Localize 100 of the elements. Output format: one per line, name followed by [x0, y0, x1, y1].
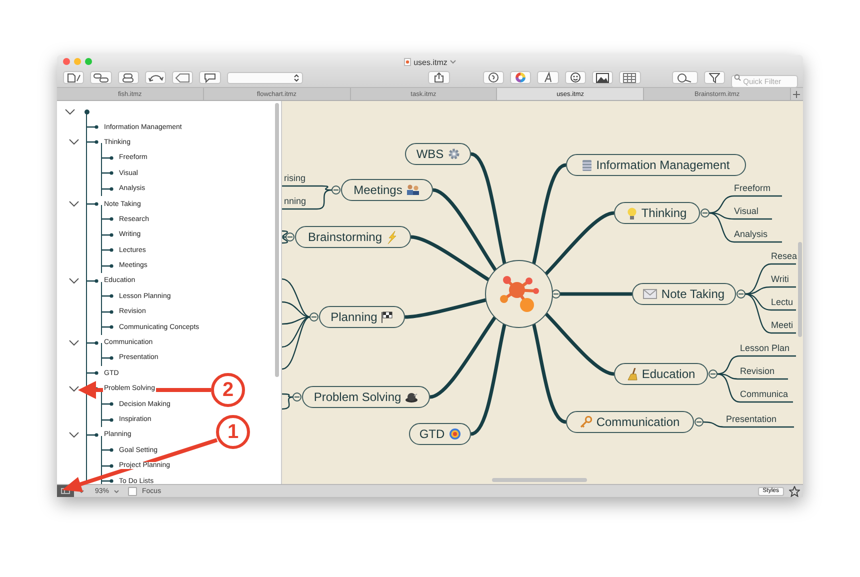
- topic-label: GTD: [419, 427, 445, 441]
- checkered-flag-icon: [381, 311, 394, 323]
- subtopic-label[interactable]: Visual: [734, 206, 758, 216]
- topic-node[interactable]: GTD: [409, 423, 471, 445]
- topic-label: Planning: [330, 310, 378, 324]
- gear-icon: [448, 148, 460, 160]
- lightning-icon: [386, 230, 398, 244]
- subtopic-label[interactable]: Freeform: [734, 183, 771, 193]
- share-button[interactable]: [428, 71, 450, 84]
- topic-label: Meetings: [354, 183, 402, 197]
- topic-label: Education: [642, 367, 696, 381]
- hat-icon: [405, 392, 418, 402]
- outline-toggle[interactable]: [68, 139, 79, 146]
- star-icon[interactable]: [789, 486, 800, 496]
- topic-button[interactable]: [118, 71, 139, 84]
- share-icon: [434, 72, 444, 83]
- topic-node[interactable]: Planning: [319, 306, 405, 328]
- subtopic-label[interactable]: Writi: [771, 274, 789, 284]
- collapse-toggle[interactable]: [292, 392, 302, 402]
- chevron-down-icon: [68, 340, 79, 346]
- subtopic-label[interactable]: Communica: [740, 389, 788, 399]
- outline-toggle[interactable]: [68, 201, 79, 208]
- people-icon: [406, 184, 420, 196]
- database-icon: [582, 158, 592, 172]
- focus-checkbox[interactable]: [128, 486, 138, 496]
- caret-down-icon[interactable]: [114, 490, 120, 492]
- collapse-toggle[interactable]: [700, 208, 710, 218]
- window-title: uses.itmz: [414, 58, 448, 66]
- panel-icon: [61, 488, 70, 494]
- chevron-down-icon: [68, 139, 79, 146]
- color-wheel-icon: [515, 72, 526, 83]
- chevron-down-icon[interactable]: [450, 60, 456, 64]
- up-down-arrows-icon: [294, 74, 299, 82]
- topic-node[interactable]: Note Taking: [632, 283, 736, 305]
- smiley-icon: [570, 72, 581, 83]
- chevron-down-icon: [68, 201, 79, 208]
- subtopic-label[interactable]: nning: [284, 196, 306, 206]
- collapse-toggle[interactable]: [708, 370, 718, 378]
- target-icon: [448, 428, 461, 440]
- envelope-icon: [643, 289, 658, 299]
- font-button[interactable]: [537, 71, 559, 84]
- subtopic-label[interactable]: Resea: [771, 251, 798, 261]
- collapse-toggle[interactable]: [286, 232, 294, 242]
- subtopic-label[interactable]: Analysis: [734, 229, 768, 239]
- italic-letter-icon: [544, 72, 553, 83]
- plus-icon: [793, 90, 800, 98]
- scrollbar-thumb[interactable]: [275, 103, 279, 377]
- topic-node[interactable]: Meetings: [341, 179, 433, 201]
- topic-label: Brainstorming: [308, 230, 382, 244]
- outline-toggle[interactable]: [68, 278, 79, 284]
- topic-node[interactable]: Information Management: [566, 154, 746, 176]
- page-pencil-icon: [66, 72, 81, 82]
- table-button[interactable]: [619, 71, 641, 84]
- topic-node[interactable]: Problem Solving: [302, 386, 430, 408]
- topic-node[interactable]: Communication: [566, 411, 694, 433]
- subtopic-label[interactable]: Revision: [740, 366, 775, 376]
- speech-bubble-icon: [203, 72, 218, 82]
- funnel-icon: [708, 72, 720, 82]
- topic-node[interactable]: Education: [614, 363, 708, 385]
- topic-boxes-icon: [121, 72, 136, 82]
- central-topic[interactable]: [485, 260, 553, 328]
- relationship-button[interactable]: [144, 71, 166, 84]
- outline-toggle[interactable]: [68, 386, 79, 392]
- tag-button[interactable]: [172, 71, 194, 84]
- emoji-button[interactable]: [564, 71, 586, 84]
- subtopic-label[interactable]: Lesson Plan: [740, 343, 790, 353]
- topic-label: Thinking: [641, 206, 687, 220]
- subtopic-button[interactable]: [90, 71, 112, 84]
- subtopic-label[interactable]: Lectu: [771, 297, 794, 307]
- subtopic-label[interactable]: Presentation: [726, 414, 777, 424]
- callout-button[interactable]: [199, 71, 221, 84]
- subtopic-label[interactable]: Meeti: [771, 320, 794, 330]
- subtopic-label[interactable]: rising: [284, 173, 306, 183]
- collapse-toggle[interactable]: [736, 290, 746, 298]
- topic-label: Information Management: [596, 158, 730, 172]
- search-button[interactable]: [672, 71, 698, 84]
- theme-button[interactable]: [482, 71, 504, 84]
- chevron-down-icon: [68, 432, 79, 438]
- topic-node[interactable]: WBS: [405, 143, 471, 165]
- search-icon: [676, 72, 693, 82]
- topic-node[interactable]: Brainstorming: [295, 226, 411, 248]
- collapse-toggle[interactable]: [694, 418, 704, 426]
- filter-button[interactable]: [704, 71, 726, 84]
- topic-label: WBS: [416, 147, 444, 161]
- grid-icon: [623, 72, 636, 82]
- picture-icon: [596, 72, 610, 82]
- tag-icon: [174, 72, 191, 82]
- collapse-toggle[interactable]: [310, 312, 318, 322]
- topic-node[interactable]: Thinking: [614, 202, 700, 224]
- new-tab-button[interactable]: [790, 88, 803, 100]
- new-document-button[interactable]: [63, 71, 84, 84]
- chevron-down-icon: [68, 386, 79, 392]
- color-button[interactable]: [510, 71, 532, 84]
- outline-toggle[interactable]: [68, 340, 79, 346]
- outline-toggle[interactable]: [68, 432, 79, 438]
- image-button[interactable]: [592, 71, 614, 84]
- chevron-down-icon: [68, 278, 79, 284]
- scrollbar-thumb[interactable]: [492, 478, 587, 482]
- collapse-toggle[interactable]: [332, 186, 340, 194]
- chevron-down-icon: [64, 108, 74, 115]
